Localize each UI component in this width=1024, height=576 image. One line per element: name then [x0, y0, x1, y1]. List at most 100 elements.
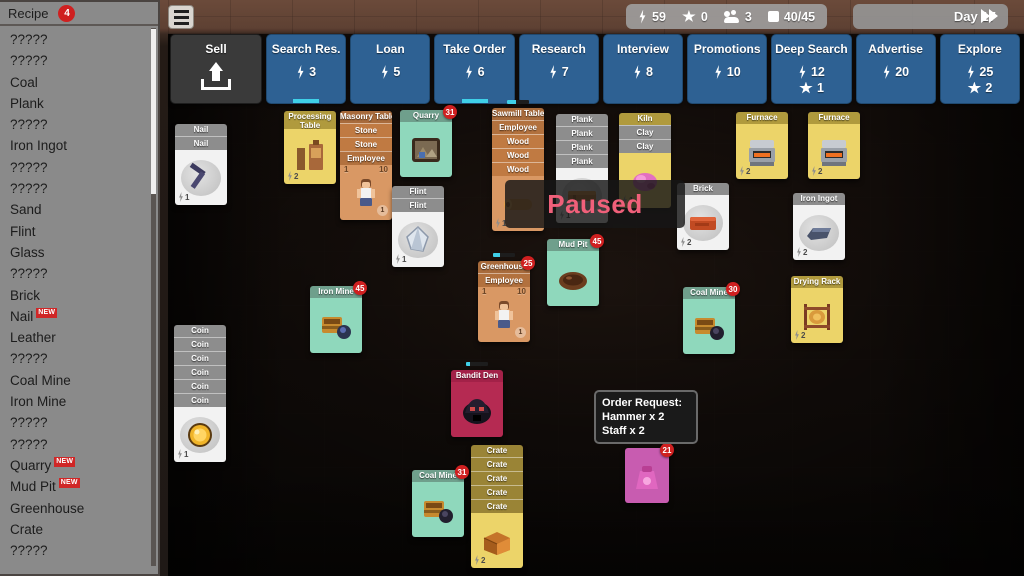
recipe-item[interactable]: Mud Pit NEW	[10, 476, 148, 497]
card-stack-row[interactable]: Clay	[619, 125, 671, 139]
card-masonry-table[interactable]: Masonry Table Stone Stone Employee 1 10 1	[340, 111, 392, 220]
action-button-promotions[interactable]: Promotions 10	[687, 34, 768, 104]
card-stack-row[interactable]: Coin	[174, 393, 226, 407]
card-stack-row[interactable]: Coin	[174, 379, 226, 393]
action-button-interview[interactable]: Interview 8	[602, 34, 684, 104]
card-stack-row[interactable]: Flint	[392, 198, 444, 212]
card-crate-stack[interactable]: Crate Crate Crate Crate Crate 2	[471, 445, 523, 568]
recipe-item[interactable]: Quarry NEW	[10, 455, 148, 476]
card-stack-row[interactable]: Coin	[174, 365, 226, 379]
energy-bolt-icon	[288, 171, 292, 181]
card-stack-row[interactable]: Employee	[492, 120, 544, 134]
fast-forward-icon[interactable]	[981, 9, 999, 24]
card-stack-row[interactable]: Wood	[492, 162, 544, 176]
action-button-search-res[interactable]: Search Res. 3	[266, 34, 347, 104]
action-button-sell[interactable]: Sell	[170, 34, 262, 104]
recipe-scrollbar-thumb[interactable]	[151, 29, 156, 194]
card-stack-row[interactable]: Crate	[471, 499, 523, 513]
card-processing-table[interactable]: Processing Table 2	[284, 111, 336, 184]
game-screen: Recipe 4 ?????????? Coal Plank????? Iron In…	[0, 0, 1024, 576]
card-stack-row[interactable]: Plank	[556, 140, 608, 154]
energy-bolt-icon	[740, 166, 744, 176]
energy-bolt-icon	[799, 65, 806, 79]
action-button-explore[interactable]: Explore 25 2	[939, 34, 1020, 104]
recipe-list[interactable]: ?????????? Coal Plank????? Iron Ingot??????…	[0, 26, 158, 574]
recipe-item[interactable]: ?????	[10, 434, 148, 455]
action-button-take-order[interactable]: Take Order 6	[434, 34, 515, 104]
card-stack-row[interactable]: Coin	[174, 351, 226, 365]
card-furnace-2[interactable]: Furnace 2	[808, 112, 860, 179]
recipe-item[interactable]: Nail NEW	[10, 306, 148, 327]
card-stack-row[interactable]: Employee	[478, 273, 530, 287]
card-greenhouse[interactable]: 25 Greenhouse Employee 1 10 1	[478, 253, 535, 342]
recipe-item-label: Leather	[10, 330, 56, 346]
recipe-item[interactable]: ?????	[10, 157, 148, 178]
card-stack-row[interactable]: Plank	[556, 126, 608, 140]
recipe-item[interactable]: Iron Mine	[10, 391, 148, 412]
card-stack-row[interactable]: Clay	[619, 139, 671, 153]
recipe-item[interactable]: Leather	[10, 327, 148, 348]
card-coal-mine-right[interactable]: 30 Coal Mine	[683, 282, 740, 354]
recipe-item[interactable]: ?????	[10, 540, 148, 561]
recipe-item[interactable]: Flint	[10, 221, 148, 242]
card-stack-row[interactable]: Crate	[471, 457, 523, 471]
recipe-item[interactable]: Sand	[10, 199, 148, 220]
card-stack-row[interactable]: Stone	[340, 137, 392, 151]
recipe-item-label: Flint	[10, 223, 36, 239]
card-flint-stack[interactable]: Flint Flint 1	[392, 186, 444, 267]
energy-bolt-icon	[795, 330, 799, 340]
recipe-item[interactable]: Glass	[10, 242, 148, 263]
recipe-item[interactable]: Coal	[10, 72, 148, 93]
star-icon	[799, 81, 813, 94]
recipe-item[interactable]: ?????	[10, 412, 148, 433]
action-cost-value: 10	[726, 65, 741, 79]
card-quarry[interactable]: 31 Quarry	[400, 105, 457, 177]
action-button-research[interactable]: Research 7	[518, 34, 599, 104]
card-iron-ingot-stack[interactable]: Iron Ingot 2	[793, 193, 845, 260]
energy-bolt-icon	[178, 449, 182, 459]
action-costs: 12 1	[798, 65, 825, 95]
energy-bolt-icon	[797, 247, 801, 257]
recipe-item[interactable]: Coal Mine	[10, 370, 148, 391]
card-iron-mine[interactable]: 45 Iron Mine	[310, 281, 367, 353]
card-stack-row[interactable]: Nail	[175, 136, 227, 150]
recipe-item[interactable]: Brick	[10, 285, 148, 306]
card-stack-row[interactable]: Stone	[340, 123, 392, 137]
card-bandit-den[interactable]: Bandit Den	[451, 362, 503, 437]
card-stack-row[interactable]: Coin	[174, 337, 226, 351]
recipe-item[interactable]: Iron Ingot	[10, 135, 148, 156]
recipe-item[interactable]: ?????	[10, 114, 148, 135]
new-tag: NEW	[58, 477, 80, 488]
stat-star: 0	[682, 10, 708, 24]
card-drying-rack[interactable]: Drying Rack 2	[791, 276, 843, 343]
card-furnace-1[interactable]: Furnace 2	[736, 112, 788, 179]
card-mud-pit[interactable]: 45 Mud Pit	[547, 234, 604, 306]
recipe-item[interactable]: Crate	[10, 519, 148, 540]
card-coin-stack[interactable]: Coin Coin Coin Coin Coin Coin 1	[174, 325, 226, 462]
recipe-item[interactable]: Plank	[10, 93, 148, 114]
card-nail-stack[interactable]: Nail Nail 1	[175, 124, 227, 205]
action-button-advertise[interactable]: Advertise 20	[855, 34, 936, 104]
card-coal-mine-low[interactable]: 31 Coal Mine	[412, 465, 469, 537]
recipe-item[interactable]: ?????	[10, 263, 148, 284]
card-stack-row[interactable]: Wood	[492, 134, 544, 148]
recipe-item[interactable]: ?????	[10, 29, 148, 50]
card-stack-row[interactable]: Plank	[556, 154, 608, 168]
crate-icon	[483, 531, 510, 555]
action-button-deep-search[interactable]: Deep Search 12 1	[771, 34, 852, 104]
recipe-item[interactable]: ?????	[10, 178, 148, 199]
card-loot-bag[interactable]: 21	[625, 443, 674, 503]
card-energy-value: 2	[818, 166, 823, 176]
recipe-item[interactable]: ?????	[10, 50, 148, 71]
energy-bolt-icon	[396, 254, 400, 264]
hamburger-menu-icon[interactable]	[168, 5, 194, 29]
recipe-item[interactable]: Greenhouse	[10, 498, 148, 519]
card-stack-row[interactable]: Wood	[492, 148, 544, 162]
action-button-loan[interactable]: Loan 5	[350, 34, 431, 104]
card-stack-row[interactable]: Crate	[471, 485, 523, 499]
recipe-item[interactable]: ?????	[10, 348, 148, 369]
bandit-den-icon	[463, 398, 491, 424]
furnace-icon	[749, 139, 775, 166]
card-stack-row[interactable]: Crate	[471, 471, 523, 485]
card-stack-row[interactable]: Employee	[340, 151, 392, 165]
